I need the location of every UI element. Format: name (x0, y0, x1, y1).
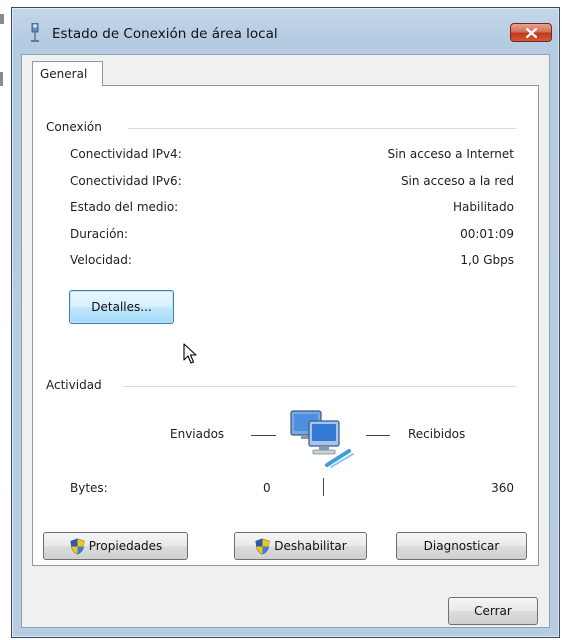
disable-button-label: Deshabilitar (274, 539, 347, 553)
media-state-value: Habilitado (452, 200, 514, 214)
received-divider (366, 435, 390, 436)
network-adapter-icon (31, 23, 39, 42)
network-computers-icon (290, 410, 354, 468)
background-fragment (0, 72, 3, 86)
activity-group-divider (123, 386, 516, 387)
speed-label: Velocidad: (70, 253, 132, 267)
disable-button[interactable]: Deshabilitar (234, 532, 367, 560)
activity-group-title: Actividad (46, 378, 108, 392)
general-tab-panel: Conexión Conectividad IPv4: Sin acceso a… (32, 85, 539, 566)
bytes-divider (323, 478, 324, 496)
uac-shield-icon (70, 538, 85, 554)
sent-divider (251, 435, 276, 436)
duration-label: Duración: (70, 227, 129, 241)
connection-group-title: Conexión (46, 120, 108, 134)
properties-button[interactable]: Propiedades (43, 532, 188, 560)
diagnose-button[interactable]: Diagnosticar (396, 532, 527, 560)
speed-value: 1,0 Gbps (460, 253, 514, 267)
ipv6-value: Sin acceso a la red (400, 174, 514, 188)
connection-status-window: Estado de Conexión de área local General… (11, 7, 560, 638)
media-state-label: Estado del medio: (70, 200, 179, 214)
bytes-label: Bytes: (70, 481, 108, 495)
window-title: Estado de Conexión de área local (52, 26, 278, 42)
title-bar[interactable]: Estado de Conexión de área local (12, 8, 559, 54)
duration-value: 00:01:09 (460, 227, 514, 241)
received-label: Recibidos (408, 427, 466, 441)
connection-group-divider (128, 128, 516, 129)
background-fragment (0, 14, 4, 24)
bytes-sent-value: 0 (263, 481, 271, 495)
properties-button-label: Propiedades (88, 539, 163, 553)
ipv4-label: Conectividad IPv4: (70, 147, 182, 161)
bytes-received-value: 360 (491, 481, 514, 495)
details-button[interactable]: Detalles... (69, 290, 174, 324)
close-x-icon (525, 27, 537, 38)
close-button[interactable]: Cerrar (448, 597, 538, 625)
uac-shield-icon (255, 538, 270, 554)
dialog-client-area: General Conexión Conectividad IPv4: Sin … (21, 54, 550, 628)
ipv6-label: Conectividad IPv6: (70, 174, 182, 188)
close-window-button[interactable] (510, 23, 552, 42)
mouse-pointer-icon (183, 343, 197, 364)
sent-label: Enviados (170, 427, 225, 441)
ipv4-value: Sin acceso a Internet (387, 147, 514, 161)
tab-general[interactable]: General (32, 61, 103, 86)
